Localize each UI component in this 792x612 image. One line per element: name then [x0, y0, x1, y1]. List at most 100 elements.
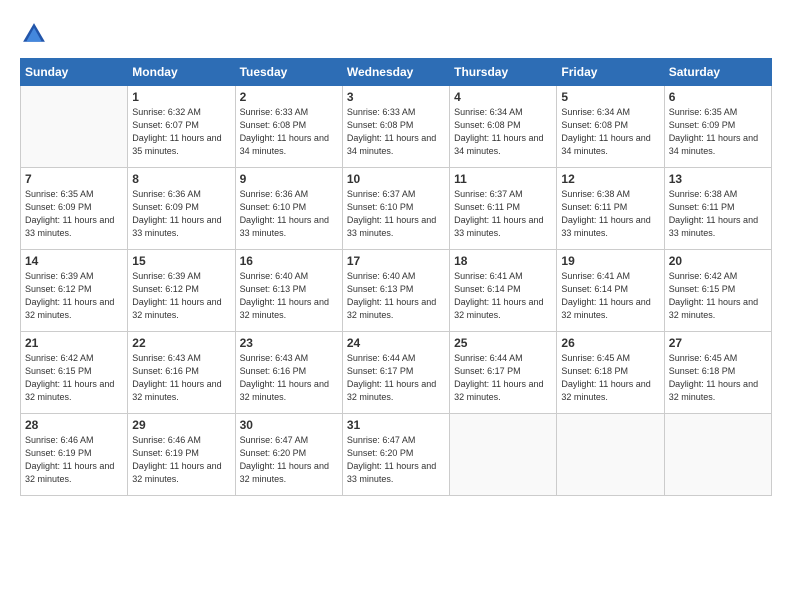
- day-number: 22: [132, 336, 230, 350]
- day-info: Sunrise: 6:44 AMSunset: 6:17 PMDaylight:…: [347, 352, 445, 404]
- logo-icon: [20, 20, 48, 48]
- day-cell: 1 Sunrise: 6:32 AMSunset: 6:07 PMDaylight…: [128, 86, 235, 168]
- day-cell: 31 Sunrise: 6:47 AMSunset: 6:20 PMDayligh…: [342, 414, 449, 496]
- header-row: SundayMondayTuesdayWednesdayThursdayFrid…: [21, 59, 772, 86]
- day-cell: 17 Sunrise: 6:40 AMSunset: 6:13 PMDayligh…: [342, 250, 449, 332]
- day-number: 1: [132, 90, 230, 104]
- day-number: 6: [669, 90, 767, 104]
- day-number: 28: [25, 418, 123, 432]
- calendar-table: SundayMondayTuesdayWednesdayThursdayFrid…: [20, 58, 772, 496]
- day-info: Sunrise: 6:40 AMSunset: 6:13 PMDaylight:…: [240, 270, 338, 322]
- day-cell: 27 Sunrise: 6:45 AMSunset: 6:18 PMDayligh…: [664, 332, 771, 414]
- day-cell: 16 Sunrise: 6:40 AMSunset: 6:13 PMDayligh…: [235, 250, 342, 332]
- day-number: 21: [25, 336, 123, 350]
- day-number: 17: [347, 254, 445, 268]
- day-cell: 18 Sunrise: 6:41 AMSunset: 6:14 PMDayligh…: [450, 250, 557, 332]
- day-cell: 25 Sunrise: 6:44 AMSunset: 6:17 PMDayligh…: [450, 332, 557, 414]
- week-row-4: 28Sunrise: 6:46 AMSunset: 6:19 PMDayligh…: [21, 414, 772, 496]
- day-cell: 24Sunrise: 6:44 AMSunset: 6:17 PMDayligh…: [342, 332, 449, 414]
- day-number: 26: [561, 336, 659, 350]
- day-number: 11: [454, 172, 552, 186]
- day-info: Sunrise: 6:34 AMSunset: 6:08 PMDaylight:…: [454, 106, 552, 158]
- day-info: Sunrise: 6:45 AMSunset: 6:18 PMDaylight:…: [669, 352, 767, 404]
- day-cell: 15Sunrise: 6:39 AMSunset: 6:12 PMDayligh…: [128, 250, 235, 332]
- logo: [20, 20, 52, 48]
- day-info: Sunrise: 6:47 AMSunset: 6:20 PMDaylight:…: [240, 434, 338, 486]
- day-info: Sunrise: 6:33 AMSunset: 6:08 PMDaylight:…: [347, 106, 445, 158]
- day-number: 4: [454, 90, 552, 104]
- day-cell: 6 Sunrise: 6:35 AMSunset: 6:09 PMDaylight…: [664, 86, 771, 168]
- day-info: Sunrise: 6:41 AMSunset: 6:14 PMDaylight:…: [454, 270, 552, 322]
- day-number: 8: [132, 172, 230, 186]
- day-info: Sunrise: 6:37 AMSunset: 6:10 PMDaylight:…: [347, 188, 445, 240]
- week-row-0: 1 Sunrise: 6:32 AMSunset: 6:07 PMDaylight…: [21, 86, 772, 168]
- day-cell: 23Sunrise: 6:43 AMSunset: 6:16 PMDayligh…: [235, 332, 342, 414]
- day-info: Sunrise: 6:44 AMSunset: 6:17 PMDaylight:…: [454, 352, 552, 404]
- day-info: Sunrise: 6:33 AMSunset: 6:08 PMDaylight:…: [240, 106, 338, 158]
- day-info: Sunrise: 6:38 AMSunset: 6:11 PMDaylight:…: [669, 188, 767, 240]
- day-cell: 7 Sunrise: 6:35 AMSunset: 6:09 PMDaylight…: [21, 168, 128, 250]
- day-number: 19: [561, 254, 659, 268]
- day-number: 18: [454, 254, 552, 268]
- header-cell-monday: Monday: [128, 59, 235, 86]
- calendar-header: SundayMondayTuesdayWednesdayThursdayFrid…: [21, 59, 772, 86]
- day-cell: 14Sunrise: 6:39 AMSunset: 6:12 PMDayligh…: [21, 250, 128, 332]
- day-info: Sunrise: 6:43 AMSunset: 6:16 PMDaylight:…: [240, 352, 338, 404]
- day-info: Sunrise: 6:41 AMSunset: 6:14 PMDaylight:…: [561, 270, 659, 322]
- day-number: 29: [132, 418, 230, 432]
- header-cell-wednesday: Wednesday: [342, 59, 449, 86]
- day-info: Sunrise: 6:42 AMSunset: 6:15 PMDaylight:…: [25, 352, 123, 404]
- day-cell: 21 Sunrise: 6:42 AMSunset: 6:15 PMDayligh…: [21, 332, 128, 414]
- day-cell: [557, 414, 664, 496]
- day-cell: 20Sunrise: 6:42 AMSunset: 6:15 PMDayligh…: [664, 250, 771, 332]
- day-info: Sunrise: 6:40 AMSunset: 6:13 PMDaylight:…: [347, 270, 445, 322]
- day-cell: 30Sunrise: 6:47 AMSunset: 6:20 PMDayligh…: [235, 414, 342, 496]
- day-info: Sunrise: 6:43 AMSunset: 6:16 PMDaylight:…: [132, 352, 230, 404]
- day-number: 27: [669, 336, 767, 350]
- day-cell: 4 Sunrise: 6:34 AMSunset: 6:08 PMDaylight…: [450, 86, 557, 168]
- day-info: Sunrise: 6:34 AMSunset: 6:08 PMDaylight:…: [561, 106, 659, 158]
- day-number: 9: [240, 172, 338, 186]
- header-cell-tuesday: Tuesday: [235, 59, 342, 86]
- day-cell: 12 Sunrise: 6:38 AMSunset: 6:11 PMDayligh…: [557, 168, 664, 250]
- header-cell-friday: Friday: [557, 59, 664, 86]
- day-info: Sunrise: 6:35 AMSunset: 6:09 PMDaylight:…: [25, 188, 123, 240]
- day-cell: 22 Sunrise: 6:43 AMSunset: 6:16 PMDayligh…: [128, 332, 235, 414]
- day-number: 2: [240, 90, 338, 104]
- day-number: 3: [347, 90, 445, 104]
- day-number: 12: [561, 172, 659, 186]
- day-cell: 19 Sunrise: 6:41 AMSunset: 6:14 PMDayligh…: [557, 250, 664, 332]
- day-number: 5: [561, 90, 659, 104]
- day-info: Sunrise: 6:36 AMSunset: 6:10 PMDaylight:…: [240, 188, 338, 240]
- day-number: 14: [25, 254, 123, 268]
- day-cell: 29Sunrise: 6:46 AMSunset: 6:19 PMDayligh…: [128, 414, 235, 496]
- day-info: Sunrise: 6:36 AMSunset: 6:09 PMDaylight:…: [132, 188, 230, 240]
- day-info: Sunrise: 6:45 AMSunset: 6:18 PMDaylight:…: [561, 352, 659, 404]
- day-info: Sunrise: 6:42 AMSunset: 6:15 PMDaylight:…: [669, 270, 767, 322]
- header-cell-saturday: Saturday: [664, 59, 771, 86]
- day-cell: 8 Sunrise: 6:36 AMSunset: 6:09 PMDaylight…: [128, 168, 235, 250]
- day-cell: 11 Sunrise: 6:37 AMSunset: 6:11 PMDayligh…: [450, 168, 557, 250]
- day-cell: 5 Sunrise: 6:34 AMSunset: 6:08 PMDaylight…: [557, 86, 664, 168]
- day-cell: [450, 414, 557, 496]
- day-info: Sunrise: 6:35 AMSunset: 6:09 PMDaylight:…: [669, 106, 767, 158]
- day-number: 10: [347, 172, 445, 186]
- day-number: 13: [669, 172, 767, 186]
- day-cell: [664, 414, 771, 496]
- day-number: 31: [347, 418, 445, 432]
- day-info: Sunrise: 6:39 AMSunset: 6:12 PMDaylight:…: [132, 270, 230, 322]
- day-number: 16: [240, 254, 338, 268]
- week-row-3: 21 Sunrise: 6:42 AMSunset: 6:15 PMDayligh…: [21, 332, 772, 414]
- day-cell: 9 Sunrise: 6:36 AMSunset: 6:10 PMDaylight…: [235, 168, 342, 250]
- day-number: 7: [25, 172, 123, 186]
- day-info: Sunrise: 6:38 AMSunset: 6:11 PMDaylight:…: [561, 188, 659, 240]
- day-cell: 26 Sunrise: 6:45 AMSunset: 6:18 PMDayligh…: [557, 332, 664, 414]
- day-number: 25: [454, 336, 552, 350]
- header-cell-sunday: Sunday: [21, 59, 128, 86]
- week-row-2: 14 Sunrise: 6:39 AMSunset: 6:12 PMDayligh…: [21, 250, 772, 332]
- day-cell: 3 Sunrise: 6:33 AMSunset: 6:08 PMDaylight…: [342, 86, 449, 168]
- day-info: Sunrise: 6:32 AMSunset: 6:07 PMDaylight:…: [132, 106, 230, 158]
- day-cell: 13 Sunrise: 6:38 AMSunset: 6:11 PMDayligh…: [664, 168, 771, 250]
- day-info: Sunrise: 6:37 AMSunset: 6:11 PMDaylight:…: [454, 188, 552, 240]
- day-info: Sunrise: 6:47 AMSunset: 6:20 PMDaylight:…: [347, 434, 445, 486]
